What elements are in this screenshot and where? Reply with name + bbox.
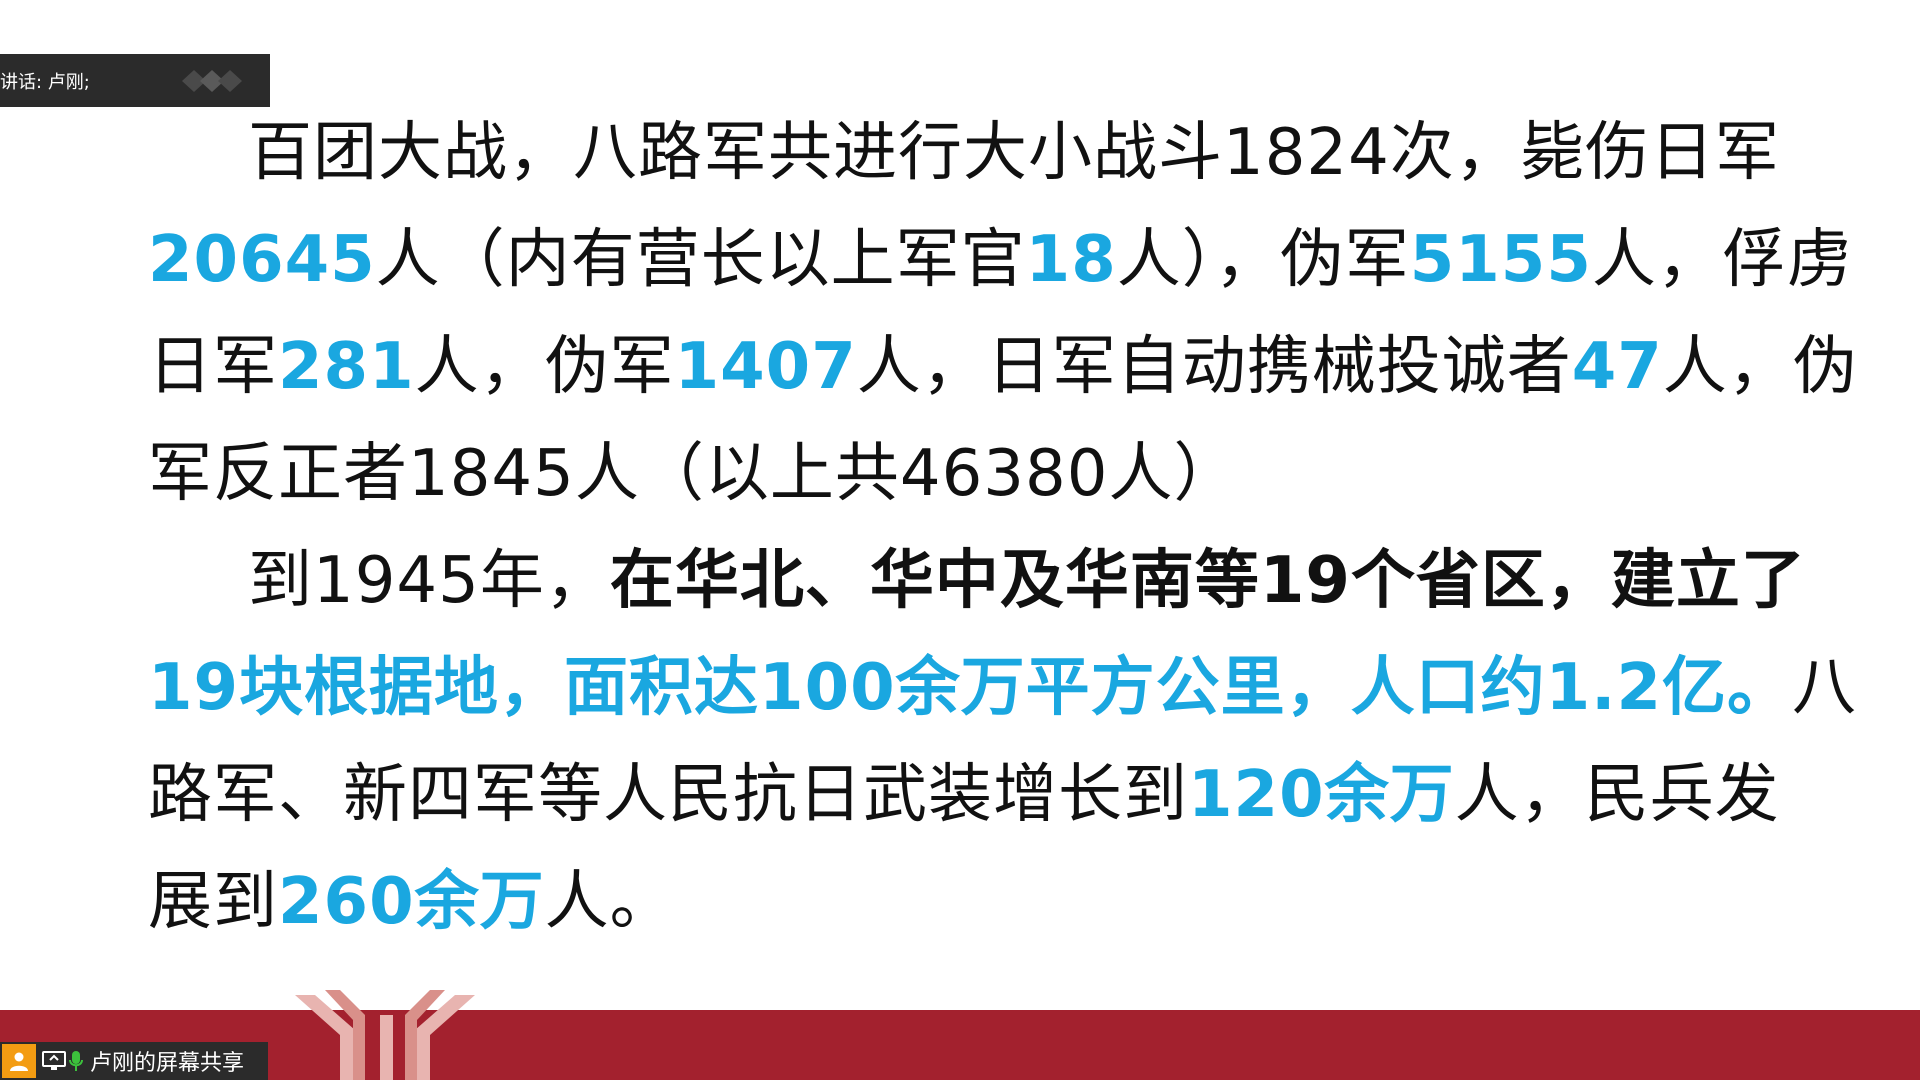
microphone-icon [69,1051,83,1071]
audio-wave-icon [182,70,242,92]
speaker-label: 讲话: 卢刚; [0,71,90,93]
slide-line-1: 百团大战，八路军共进行大小战斗1824次，毙伤日军 [248,116,1780,190]
slide-line-5: 到1945年，在华北、华中及华南等19个省区，建立了 [248,544,1806,618]
slide-line-2: 20645人（内有营长以上军官18人），伪军5155人，俘虏 [148,223,1852,297]
slide-line-7: 路军、新四军等人民抗日武装增长到120余万人，民兵发 [148,758,1780,832]
slide-line-4: 军反正者1845人（以上共46380人） [148,437,1239,511]
slide-body: 百团大战，八路军共进行大小战斗1824次，毙伤日军 20645人（内有营长以上军… [148,100,1858,956]
slide-line-6: 19块根据地，面积达100余万平方公里，人口约1.2亿。八 [148,651,1858,725]
slide-line-3: 日军281人，伪军1407人，日军自动携械投诚者47人，伪 [148,330,1858,404]
presentation-stage: 讲话: 卢刚; 百团大战，八路军共进行大小战斗1824次，毙伤日军 20645人… [0,0,1920,1080]
user-icon [2,1044,36,1078]
screen-share-icon [42,1051,66,1070]
screen-share-indicator[interactable]: 卢刚的屏幕共享 [0,1042,268,1080]
footer-logo-icon [295,990,475,1080]
slide-line-8: 展到260余万人。 [148,865,675,939]
share-label: 卢刚的屏幕共享 [90,1051,245,1076]
